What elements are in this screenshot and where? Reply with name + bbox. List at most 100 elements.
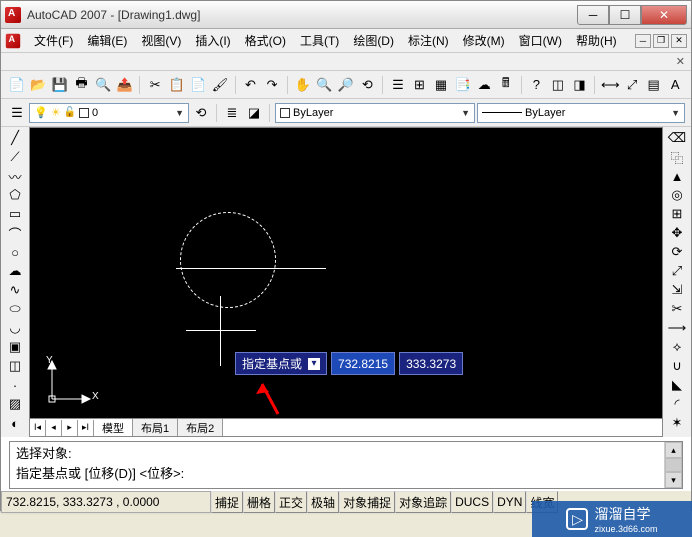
- offset-icon[interactable]: ◎: [666, 186, 688, 204]
- sheet-set-icon[interactable]: 📑: [453, 75, 473, 95]
- rectangle-icon[interactable]: ▭: [4, 205, 26, 223]
- scale-icon[interactable]: ⤢: [666, 262, 688, 280]
- erase-icon[interactable]: ⌫: [666, 129, 688, 147]
- hatch-icon[interactable]: ▨: [4, 395, 26, 413]
- pan-icon[interactable]: ✋: [293, 75, 313, 95]
- zoom-realtime-icon[interactable]: 🔍: [314, 75, 334, 95]
- cut-icon[interactable]: ✂: [145, 75, 165, 95]
- revcloud-icon[interactable]: ☁: [4, 262, 26, 280]
- color-dropdown[interactable]: ByLayer ▼: [275, 103, 475, 123]
- copy-obj-icon[interactable]: ⿻: [666, 148, 688, 166]
- redo-icon[interactable]: ↷: [262, 75, 282, 95]
- match-props-icon[interactable]: 🖌: [210, 75, 230, 95]
- zoom-window-icon[interactable]: 🔎: [336, 75, 356, 95]
- trim-icon[interactable]: ✂: [666, 300, 688, 318]
- help-icon[interactable]: ?: [527, 75, 547, 95]
- menu-view[interactable]: 视图(V): [134, 30, 188, 51]
- print-icon[interactable]: 🖶: [72, 75, 92, 95]
- layer-manager-icon[interactable]: ☰: [7, 103, 27, 123]
- menu-dimension[interactable]: 标注(N): [401, 30, 456, 51]
- status-ducs[interactable]: DUCS: [451, 491, 493, 513]
- preview-icon[interactable]: 🔍: [93, 75, 113, 95]
- status-snap[interactable]: 捕捉: [211, 491, 243, 513]
- close-button[interactable]: ✕: [641, 5, 687, 25]
- rotate-icon[interactable]: ⟳: [666, 243, 688, 261]
- move-icon[interactable]: ✥: [666, 224, 688, 242]
- mdi-close-button[interactable]: ✕: [671, 34, 687, 48]
- status-otrack[interactable]: 对象追踪: [395, 491, 451, 513]
- mirror-icon[interactable]: ▲: [666, 167, 688, 185]
- circle-icon[interactable]: ○: [4, 243, 26, 261]
- ellipse-icon[interactable]: ⬭: [4, 300, 26, 318]
- tool-palette-icon[interactable]: ▦: [431, 75, 451, 95]
- text-icon[interactable]: A: [665, 75, 685, 95]
- dim-linear-icon[interactable]: ⟷: [600, 75, 620, 95]
- polygon-icon[interactable]: ⬠: [4, 186, 26, 204]
- xline-icon[interactable]: ⟋: [4, 148, 26, 166]
- dynamic-x-input[interactable]: 732.8215: [331, 352, 395, 375]
- line-icon[interactable]: ╱: [4, 129, 26, 147]
- status-dyn[interactable]: DYN: [493, 491, 526, 513]
- insert-block-icon[interactable]: ▣: [4, 338, 26, 356]
- status-grid[interactable]: 栅格: [243, 491, 275, 513]
- tab-nav-next[interactable]: ▸: [62, 420, 78, 436]
- tab-nav-last[interactable]: ▸I: [78, 420, 94, 436]
- layer-dropdown[interactable]: 💡 ☀ 🔓 0 ▼: [29, 103, 189, 123]
- gradient-icon[interactable]: ◐: [4, 414, 26, 432]
- break-icon[interactable]: ⟡: [666, 338, 688, 356]
- linetype-dropdown[interactable]: ByLayer ▼: [477, 103, 685, 123]
- scroll-up-icon[interactable]: ▴: [665, 442, 682, 458]
- stretch-icon[interactable]: ⇲: [666, 281, 688, 299]
- menu-file[interactable]: 文件(F): [27, 30, 80, 51]
- tab-nav-first[interactable]: I◂: [30, 420, 46, 436]
- save-icon[interactable]: 💾: [50, 75, 70, 95]
- mdi-minimize-button[interactable]: ─: [635, 34, 651, 48]
- menu-insert[interactable]: 插入(I): [188, 30, 237, 51]
- calc-icon[interactable]: 🖩: [496, 75, 516, 95]
- tab-layout1[interactable]: 布局1: [133, 419, 178, 436]
- dynamic-y-input[interactable]: 333.3273: [399, 352, 463, 375]
- toolbar-close-icon[interactable]: ✕: [676, 55, 685, 68]
- scroll-down-icon[interactable]: ▾: [665, 472, 682, 488]
- markup-icon[interactable]: ☁: [474, 75, 494, 95]
- minimize-button[interactable]: ─: [577, 5, 609, 25]
- menu-format[interactable]: 格式(O): [238, 30, 293, 51]
- down-arrow-icon[interactable]: ▾: [308, 358, 320, 370]
- menu-modify[interactable]: 修改(M): [456, 30, 512, 51]
- drawing-canvas[interactable]: 指定基点或 ▾ 732.8215 333.3273: [29, 127, 663, 419]
- polyline-icon[interactable]: 〰: [4, 167, 26, 185]
- menu-edit[interactable]: 编辑(E): [80, 30, 134, 51]
- copy-icon[interactable]: 📋: [167, 75, 187, 95]
- status-osnap[interactable]: 对象捕捉: [339, 491, 395, 513]
- menu-window[interactable]: 窗口(W): [512, 30, 569, 51]
- menu-help[interactable]: 帮助(H): [569, 30, 624, 51]
- block-edit-icon[interactable]: ◨: [570, 75, 590, 95]
- layer-states-icon[interactable]: ≣: [222, 103, 242, 123]
- status-polar[interactable]: 极轴: [307, 491, 339, 513]
- tab-nav-prev[interactable]: ◂: [46, 420, 62, 436]
- undo-icon[interactable]: ↶: [241, 75, 261, 95]
- open-icon[interactable]: 📂: [29, 75, 49, 95]
- chamfer-icon[interactable]: ◣: [666, 376, 688, 394]
- status-ortho[interactable]: 正交: [275, 491, 307, 513]
- zoom-prev-icon[interactable]: ⟲: [358, 75, 378, 95]
- fillet-icon[interactable]: ◜: [666, 395, 688, 413]
- maximize-button[interactable]: ☐: [609, 5, 641, 25]
- ellipse-arc-icon[interactable]: ◡: [4, 319, 26, 337]
- tab-layout2[interactable]: 布局2: [178, 419, 223, 436]
- properties-icon[interactable]: ☰: [388, 75, 408, 95]
- table-icon[interactable]: ▤: [644, 75, 664, 95]
- join-icon[interactable]: ∪: [666, 357, 688, 375]
- explode-icon[interactable]: ✶: [666, 414, 688, 432]
- point-icon[interactable]: ·: [4, 376, 26, 394]
- menu-tools[interactable]: 工具(T): [293, 30, 346, 51]
- layer-prev-icon[interactable]: ⟲: [191, 103, 211, 123]
- extend-icon[interactable]: ⟶: [666, 319, 688, 337]
- publish-icon[interactable]: 📤: [115, 75, 135, 95]
- design-center-icon[interactable]: ⊞: [410, 75, 430, 95]
- layer-iso-icon[interactable]: ◪: [244, 103, 264, 123]
- tab-model[interactable]: 模型: [94, 419, 133, 436]
- command-window[interactable]: 选择对象: 指定基点或 [位移(D)] <位移>: ▴ ▾: [9, 441, 683, 489]
- scroll-thumb[interactable]: [665, 458, 682, 472]
- new-icon[interactable]: 📄: [7, 75, 27, 95]
